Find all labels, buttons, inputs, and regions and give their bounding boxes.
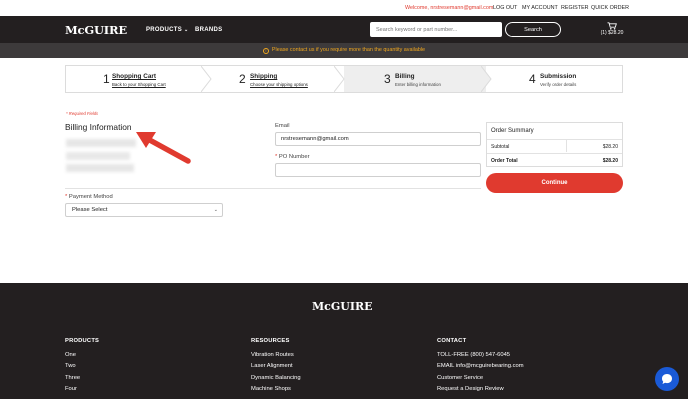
step-divider-icon [201, 66, 212, 92]
step-title: Billing [395, 73, 415, 80]
redacted-address-line [66, 139, 136, 147]
nav-products-label: PRODUCTS [146, 27, 183, 33]
step-title: Submission [540, 73, 577, 80]
po-number-label: * PO Number [275, 154, 310, 160]
subtotal-label: Subtotal [491, 143, 510, 150]
footer-link[interactable]: Machine Shops [251, 384, 301, 396]
cart-summary: (1) $28.20 [600, 30, 624, 36]
footer-link[interactable]: Four [65, 384, 99, 396]
chevron-down-icon: ⌄ [184, 27, 189, 33]
step-subtitle: Back to your Shopping Cart [112, 81, 166, 87]
cart-icon [607, 22, 617, 30]
footer-logo[interactable]: McGUIRE [312, 300, 373, 313]
footer-resources-column: RESOURCES Vibration Routes Laser Alignme… [251, 338, 301, 396]
order-total-row: Order Total $28.20 [487, 153, 622, 166]
footer-products-heading: PRODUCTS [65, 338, 100, 344]
po-number-label-text: PO Number [278, 154, 310, 160]
payment-method-label: * Payment Method [65, 194, 113, 200]
payment-method-select[interactable]: Please Select ⌄ [65, 203, 223, 217]
footer-email[interactable]: EMAIL info@mcguirebearing.com [437, 361, 524, 373]
nav-products[interactable]: PRODUCTS ⌄ [146, 27, 189, 33]
step-number: 4 [529, 72, 536, 86]
footer-link[interactable]: Laser Alignment [251, 361, 301, 373]
nav-brands[interactable]: BRANDS [195, 27, 222, 33]
logout-link[interactable]: LOG OUT [493, 5, 517, 11]
step-divider-icon [481, 66, 492, 92]
step-number: 1 [103, 72, 110, 86]
footer-link[interactable]: Three [65, 373, 99, 385]
order-summary: Order Summary Subtotal $28.20 Order Tota… [486, 122, 623, 167]
cart-button[interactable]: (1) $28.20 [600, 22, 624, 36]
subtotal-value: $28.20 [602, 143, 618, 150]
step-subtitle: Enter billing information [395, 81, 441, 87]
active-step-background [344, 66, 486, 92]
step-number: 2 [239, 72, 246, 86]
order-summary-title: Order Summary [491, 128, 534, 134]
register-link[interactable]: REGISTER [561, 5, 589, 11]
footer-link[interactable]: Dynamic Balancing [251, 373, 301, 385]
footer-link[interactable]: Two [65, 361, 99, 373]
required-fields-note: * Required Fields [66, 111, 99, 116]
main-header: McGUIRE PRODUCTS ⌄ BRANDS [0, 16, 688, 43]
red-arrow-icon [136, 132, 191, 164]
payment-method-label-text: Payment Method [68, 194, 113, 200]
subtotal-row: Subtotal $28.20 [487, 139, 622, 152]
welcome-message: Welcome, nrstresemann@gmail.com [405, 5, 494, 11]
checkout-steps: 1 Shopping Cart Back to your Shopping Ca… [65, 65, 623, 93]
step-subtitle: Verify order details [540, 81, 577, 87]
site-footer: McGUIRE PRODUCTS One Two Three Four RESO… [0, 283, 688, 399]
info-icon: ! [262, 48, 269, 54]
order-total-value: $28.20 [602, 157, 618, 164]
search-input[interactable] [370, 22, 502, 37]
footer-link[interactable]: One [65, 350, 99, 362]
po-number-field[interactable] [275, 163, 481, 177]
step-title: Shopping Cart [112, 73, 157, 80]
quantity-notice: ! Please contact us if you require more t… [0, 43, 688, 58]
step-number: 3 [384, 72, 391, 86]
footer-contact-heading: CONTACT [437, 338, 467, 344]
step-subtitle: Choose your shipping options [250, 81, 308, 87]
redacted-address-line [66, 152, 130, 160]
footer-link[interactable]: Customer Service [437, 373, 524, 385]
email-field[interactable] [275, 132, 481, 146]
chat-widget-button[interactable] [655, 367, 679, 391]
footer-contact-column: CONTACT TOLL-FREE (800) 547-6045 EMAIL i… [437, 338, 524, 396]
notice-text: Please contact us if you require more th… [271, 47, 426, 53]
column-divider [566, 140, 567, 152]
payment-method-value: Please Select [72, 207, 108, 213]
redacted-address-line [66, 164, 134, 172]
quick-order-link[interactable]: QUICK ORDER [591, 5, 629, 11]
email-label: Email [275, 123, 290, 129]
step-divider-icon [334, 66, 345, 92]
form-divider [65, 188, 481, 189]
footer-products-column: PRODUCTS One Two Three Four [65, 338, 99, 396]
my-account-link[interactable]: MY ACCOUNT [522, 5, 558, 11]
top-utility-bar: Welcome, nrstresemann@gmail.com LOG OUT … [0, 0, 688, 16]
order-total-label: Order Total [491, 157, 518, 164]
continue-button[interactable]: Continue [486, 173, 623, 193]
mcguire-logo[interactable]: McGUIRE [65, 23, 127, 37]
search-button[interactable]: Search [505, 22, 561, 37]
footer-phone[interactable]: TOLL-FREE (800) 547-6045 [437, 350, 524, 362]
footer-link[interactable]: Request a Design Review [437, 384, 524, 396]
step-title: Shipping [250, 73, 278, 80]
chevron-down-icon: ⌄ [213, 207, 218, 213]
footer-link[interactable]: Vibration Routes [251, 350, 301, 362]
billing-information-title: Billing Information [65, 122, 132, 132]
footer-resources-heading: RESOURCES [251, 338, 290, 344]
chat-bubble-icon [662, 374, 672, 384]
